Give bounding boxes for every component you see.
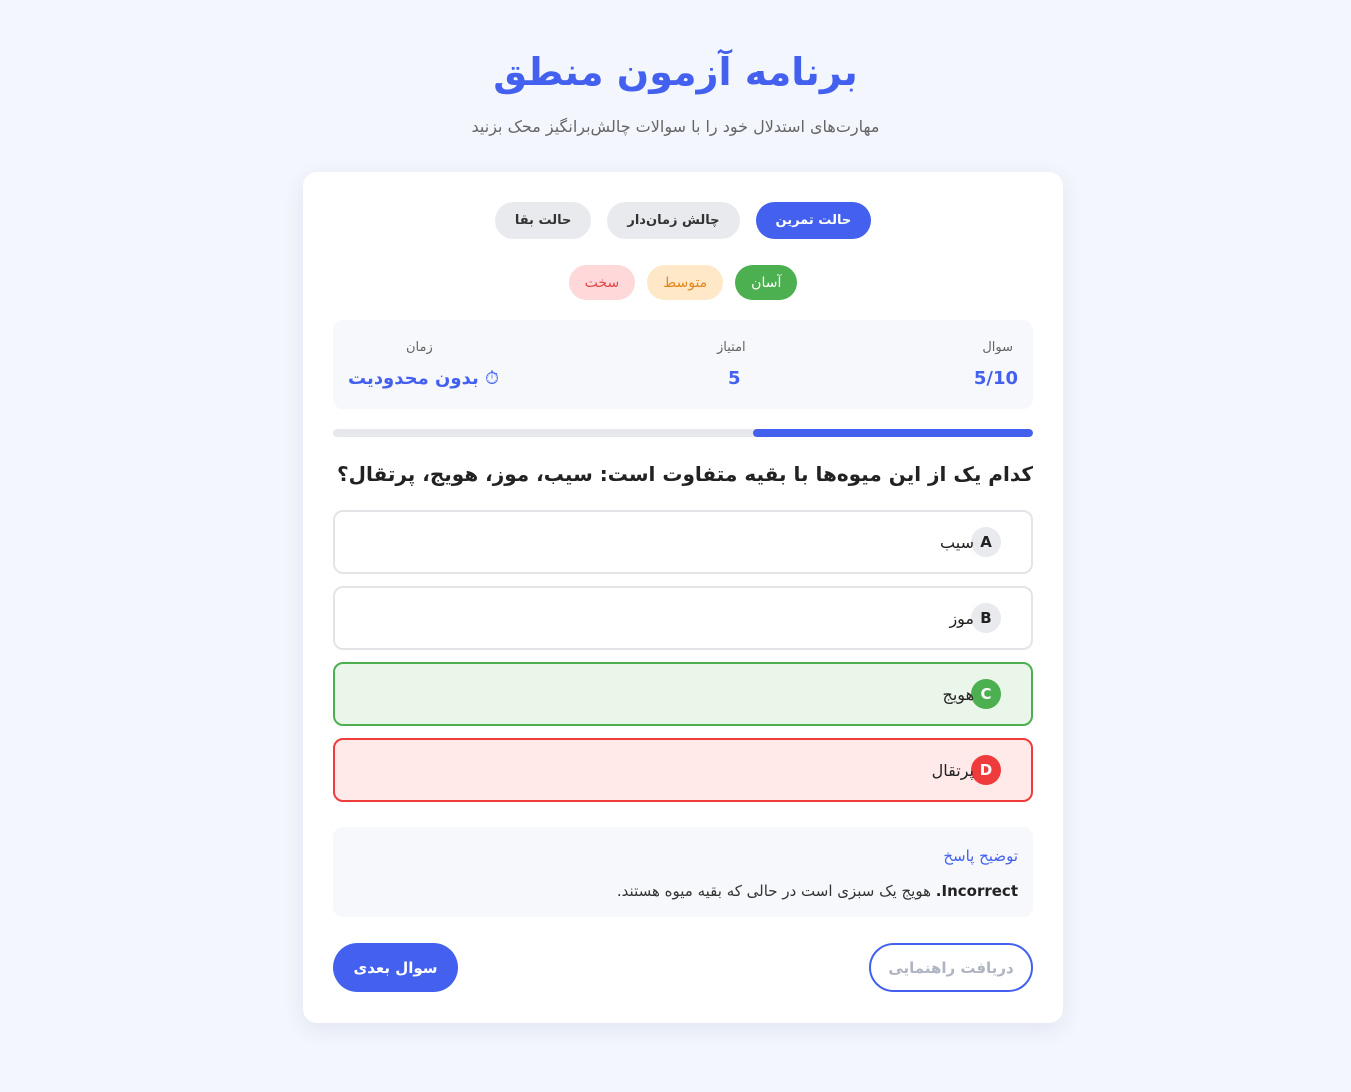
option-c[interactable]: C هویج	[333, 662, 1033, 726]
explanation-title: توضیح پاسخ	[943, 847, 1018, 865]
question-count-label: سوال	[982, 340, 1013, 355]
next-question-button[interactable]: سوال بعدی	[333, 943, 458, 992]
option-a[interactable]: A سیب	[333, 510, 1033, 574]
mode-practice-button[interactable]: حالت تمرین	[755, 202, 872, 239]
explanation-box: توضیح پاسخ Incorrect. هویج یک سبزی است د…	[333, 827, 1033, 917]
option-label: سیب	[940, 532, 974, 552]
option-label: موز	[949, 608, 974, 628]
time-value: بدون محدودیت	[348, 368, 479, 389]
score-value: 5	[728, 368, 741, 389]
question-text: کدام یک از این میوه‌ها با بقیه متفاوت اس…	[336, 462, 1033, 486]
page-title: برنامه آزمون منطق	[493, 50, 858, 94]
timer-icon: ⏱	[485, 368, 500, 389]
difficulty-medium-button[interactable]: متوسط	[647, 265, 724, 300]
option-letter: B	[971, 603, 1001, 633]
option-b[interactable]: B موز	[333, 586, 1033, 650]
time-label: زمان	[406, 340, 433, 355]
time-value-group: ⏱ بدون محدودیت	[348, 368, 499, 389]
quiz-page: برنامه آزمون منطق مهارت‌های استدلال خود …	[0, 0, 1351, 1092]
difficulty-easy-button[interactable]: آسان	[735, 265, 798, 300]
stats-panel: سوال 5/10 امتیاز 5 زمان ⏱ بدون محدودیت	[333, 320, 1033, 409]
option-letter: D	[971, 755, 1001, 785]
mode-selector: حالت تمرین چالش زمان‌دار حالت بقا	[303, 202, 1063, 239]
get-hint-button[interactable]: دریافت راهنمایی	[869, 943, 1033, 992]
page-subtitle: مهارت‌های استدلال خود را با سوالات چالش‌…	[471, 117, 880, 136]
option-d[interactable]: D پرتقال	[333, 738, 1033, 802]
option-label: پرتقال	[931, 760, 974, 780]
explanation-text: Incorrect. هویج یک سبزی است در حالی که ب…	[617, 882, 1018, 900]
difficulty-selector: آسان متوسط سخت	[303, 265, 1063, 300]
progress-fill	[753, 429, 1033, 437]
option-letter: C	[971, 679, 1001, 709]
explanation-body: هویج یک سبزی است در حالی که بقیه میوه هس…	[616, 882, 936, 900]
explanation-verdict: Incorrect.	[935, 882, 1018, 900]
progress-bar	[333, 429, 1033, 437]
option-letter: A	[971, 527, 1001, 557]
quiz-card: حالت تمرین چالش زمان‌دار حالت بقا آسان م…	[303, 172, 1063, 1023]
mode-timed-button[interactable]: چالش زمان‌دار	[607, 202, 740, 239]
difficulty-hard-button[interactable]: سخت	[568, 265, 636, 300]
option-label: هویج	[942, 684, 974, 704]
score-label: امتیاز	[717, 340, 746, 355]
mode-survival-button[interactable]: حالت بقا	[494, 202, 592, 239]
question-count-value: 5/10	[973, 368, 1018, 389]
